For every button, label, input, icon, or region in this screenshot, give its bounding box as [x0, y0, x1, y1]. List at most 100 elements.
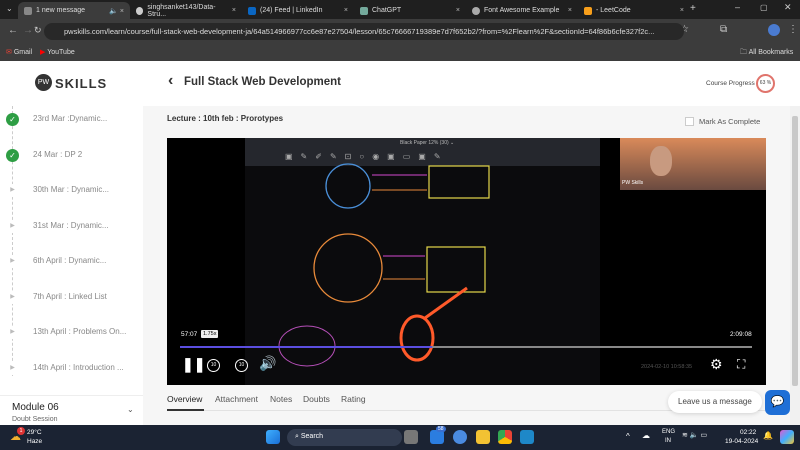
- close-tab-icon[interactable]: ×: [680, 7, 684, 14]
- browser-app-icon[interactable]: [453, 430, 467, 444]
- taskbar-search[interactable]: ⌕ Search: [287, 429, 402, 446]
- maximize-button[interactable]: ▢: [760, 3, 768, 12]
- weather-condition: Haze: [27, 438, 43, 445]
- lesson-label: 13th April : Problems On...: [33, 327, 127, 336]
- vscode-app-icon[interactable]: [520, 430, 534, 444]
- tab-search-icon[interactable]: ⌄: [6, 4, 13, 13]
- tab-notes[interactable]: Notes: [270, 394, 292, 404]
- checkbox[interactable]: [685, 117, 694, 126]
- menu-icon[interactable]: ⋮: [788, 24, 798, 35]
- play-circle-icon: ▶: [6, 255, 19, 268]
- rewind-10-button[interactable]: 10: [207, 359, 220, 372]
- tab-overview[interactable]: Overview: [167, 394, 202, 404]
- pause-button[interactable]: ❚❚: [182, 356, 205, 373]
- tab-doubts[interactable]: Doubts: [303, 394, 330, 404]
- tab-font-awesome[interactable]: Font Awesome Example ×: [466, 2, 578, 19]
- tab-chatgpt[interactable]: ChatGPT ×: [354, 2, 466, 19]
- url-input[interactable]: pwskills.com/learn/course/full-stack-web…: [44, 23, 684, 40]
- leave-message-bubble[interactable]: Leave us a message: [668, 391, 762, 413]
- clock-time[interactable]: 02:22: [740, 429, 756, 436]
- chatgpt-icon: [360, 6, 368, 15]
- chat-button[interactable]: 💬: [765, 390, 790, 415]
- close-tab-icon[interactable]: ×: [344, 7, 348, 14]
- course-progress-ring: 63 %: [756, 74, 775, 93]
- lesson-label: 30th Mar : Dynamic...: [33, 185, 110, 194]
- bookmark-youtube[interactable]: ▶ YouTube: [40, 48, 75, 56]
- back-button[interactable]: ‹: [168, 72, 173, 90]
- close-window-button[interactable]: ✕: [784, 2, 792, 13]
- minimize-button[interactable]: –: [735, 2, 740, 12]
- temperature: 29°C: [27, 429, 42, 436]
- module-title: Module 06: [12, 402, 59, 413]
- video-player[interactable]: Black Paper 12% (30) ⌄ ▣✎✐✎⊡○◉▣▭▣✎ PW Sk…: [167, 138, 766, 385]
- weather-badge: 1: [17, 427, 25, 435]
- chrome-icon[interactable]: [498, 430, 512, 444]
- sidebar-lesson-item[interactable]: ✓ 23rd Mar :Dynamic...: [0, 109, 143, 129]
- region-indicator: IN: [665, 438, 671, 444]
- scrollbar[interactable]: [790, 106, 800, 425]
- forward-icon[interactable]: →: [23, 25, 33, 36]
- lesson-label: 23rd Mar :Dynamic...: [33, 114, 108, 123]
- lesson-label: 24 Mar : DP 2: [33, 149, 83, 159]
- close-tab-icon[interactable]: ×: [232, 7, 236, 14]
- fullscreen-icon[interactable]: ⛶: [737, 357, 745, 372]
- tab-attachment[interactable]: Attachment: [215, 394, 258, 404]
- forward-10-button[interactable]: 10: [235, 359, 248, 372]
- play-circle-icon: ▶: [6, 326, 19, 339]
- sidebar-lesson-item[interactable]: ▶ 31st Mar : Dynamic...: [0, 216, 143, 236]
- sidebar-lesson-item[interactable]: ▶ 13th April : Problems On...: [0, 322, 143, 342]
- sidebar-lesson-item[interactable]: ▶ 7th April : Linked List: [0, 287, 143, 307]
- recording-timestamp: 2024-02-10 10:58:35: [641, 364, 693, 370]
- reload-icon[interactable]: ↻: [34, 25, 42, 36]
- bookmarks-bar: ✉ Gmail ▶ YouTube 🗀 All Bookmarks: [0, 44, 800, 61]
- new-tab-button[interactable]: +: [690, 3, 696, 14]
- page-header: PW SKILLS ‹ Full Stack Web Development C…: [0, 61, 800, 106]
- course-progress-label: Course Progress: [706, 80, 755, 87]
- scrollbar-thumb[interactable]: [792, 116, 798, 386]
- profile-avatar[interactable]: [768, 24, 780, 36]
- file-explorer-icon[interactable]: [476, 430, 490, 444]
- volume-icon[interactable]: 🔊: [259, 355, 276, 372]
- tab-linkedin[interactable]: (24) Feed | LinkedIn ×: [242, 2, 354, 19]
- tab-leetcode[interactable]: - LeetCode ×: [578, 2, 690, 19]
- logo-text[interactable]: SKILLS: [55, 76, 107, 91]
- copilot-icon[interactable]: [780, 430, 794, 444]
- language-indicator[interactable]: ENG: [662, 429, 675, 435]
- onedrive-icon[interactable]: ☁: [642, 431, 650, 440]
- windows-taskbar: ☁ 1 29°C Haze ⌕ Search 58 ^ ☁ ENG IN ≋ 🔈…: [0, 425, 800, 450]
- module-06-accordion[interactable]: Module 06 Doubt Session ⌄: [0, 400, 143, 425]
- presenter-face: [650, 146, 672, 176]
- sidebar-lesson-item[interactable]: ▶ 6th April : Dynamic...: [0, 251, 143, 271]
- webcam-name: PW Skills: [622, 180, 644, 186]
- play-circle-icon: ▶: [6, 361, 19, 375]
- close-tab-icon[interactable]: ×: [568, 7, 572, 14]
- extensions-icon[interactable]: ⧉: [720, 24, 727, 35]
- close-tab-icon[interactable]: 🔈 ×: [109, 7, 124, 15]
- playback-speed-button[interactable]: 1.75x: [201, 330, 219, 338]
- close-tab-icon[interactable]: ×: [456, 7, 460, 14]
- globe-icon: [472, 6, 480, 15]
- sidebar-lesson-item[interactable]: ▶ 14th April : Introduction ...: [0, 358, 143, 378]
- mail-app-icon[interactable]: [430, 430, 444, 444]
- tab-github[interactable]: singhsanket143/Data-Stru... ×: [130, 2, 242, 19]
- youtube-icon: ▶: [40, 49, 46, 56]
- show-hidden-icons[interactable]: ^: [626, 432, 630, 441]
- seek-bar[interactable]: [180, 346, 752, 348]
- seek-progress: [180, 346, 432, 348]
- task-view-icon[interactable]: [404, 430, 418, 444]
- tab-rating[interactable]: Rating: [341, 394, 366, 404]
- clock-date[interactable]: 19-04-2024: [725, 438, 758, 445]
- wifi-volume-battery-icons[interactable]: ≋ 🔈 ▭: [682, 431, 707, 439]
- settings-gear-icon[interactable]: ⚙: [710, 356, 723, 373]
- play-circle-icon: ▶: [6, 184, 19, 197]
- sidebar-lesson-item[interactable]: ✓ 24 Mar : DP 2: [0, 145, 143, 165]
- notification-bell-icon[interactable]: 🔔: [763, 431, 773, 440]
- bookmark-gmail[interactable]: ✉ Gmail: [6, 48, 32, 56]
- chevron-down-icon[interactable]: ⌄: [127, 405, 134, 414]
- mark-complete-checkbox[interactable]: Mark As Complete: [685, 117, 760, 126]
- tab-1-new-message[interactable]: 1 new message 🔈 ×: [18, 2, 130, 19]
- all-bookmarks[interactable]: 🗀 All Bookmarks: [740, 48, 793, 59]
- sidebar-lesson-item[interactable]: ▶ 30th Mar : Dynamic...: [0, 180, 143, 200]
- windows-start-icon[interactable]: [266, 430, 280, 444]
- back-icon[interactable]: ←: [8, 25, 18, 36]
